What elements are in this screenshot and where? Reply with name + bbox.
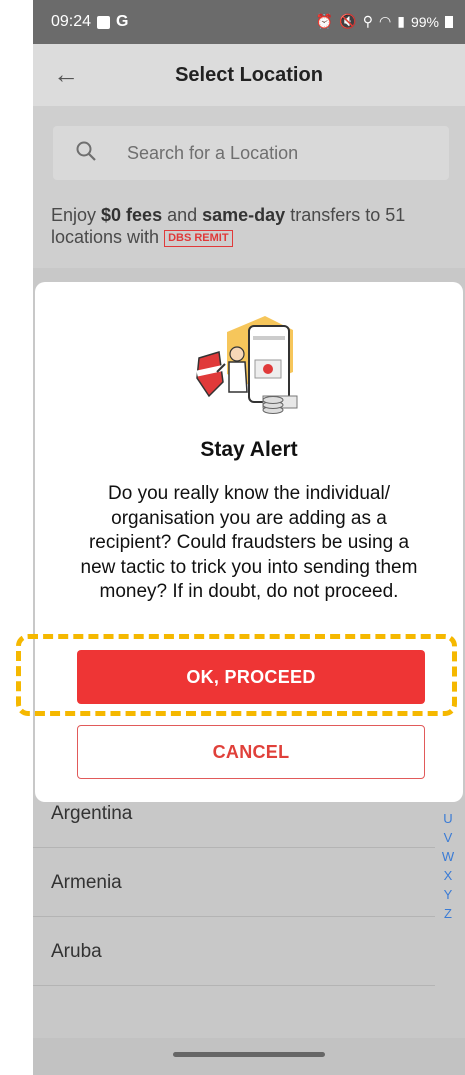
search-icon — [76, 141, 96, 161]
dialog-message: Do you really know the individual/ organ… — [80, 483, 418, 602]
index-letter-v[interactable]: V — [439, 830, 457, 845]
cancel-button[interactable]: CANCEL — [77, 725, 425, 779]
search-input[interactable]: Search for a Location — [53, 126, 449, 180]
dbs-remit-badge: DBS REMIT — [164, 229, 233, 247]
location-icon: ⚲ — [362, 13, 374, 29]
battery-icon — [445, 15, 453, 28]
app-bar: ← Select Location — [33, 44, 465, 106]
system-nav-bar — [33, 1038, 465, 1075]
wifi-icon: ◠ — [379, 13, 392, 29]
index-letter-y[interactable]: Y — [439, 887, 457, 902]
highlight-annotation — [16, 634, 457, 716]
battery-level: 99% — [410, 13, 439, 30]
home-indicator[interactable] — [173, 1052, 325, 1057]
status-bar: 09:24 G ⏰ 🔇 ⚲ ◠ ▮ 99% — [33, 0, 465, 44]
status-time: 09:24 — [51, 13, 92, 30]
index-letter-w[interactable]: W — [439, 849, 457, 864]
alarm-icon: ⏰ — [315, 13, 334, 29]
phone-screen: 09:24 G ⏰ 🔇 ⚲ ◠ ▮ 99% ← Select Location … — [33, 0, 465, 1075]
promo-text: Enjoy $0 fees and same-day transfers to … — [51, 205, 406, 247]
fraud-alert-illustration — [196, 316, 298, 414]
signal-icon: ▮ — [397, 13, 405, 29]
alert-dialog: Stay Alert Do you really know the indivi… — [35, 282, 463, 802]
list-item[interactable]: Aruba — [33, 917, 435, 986]
index-letter-z[interactable]: Z — [439, 906, 457, 921]
search-section: Search for a Location Enjoy $0 fees and … — [33, 106, 465, 268]
page-title: Select Location — [175, 64, 323, 86]
mute-icon: 🔇 — [339, 13, 357, 29]
list-item[interactable]: Armenia — [33, 848, 435, 917]
index-letter-u[interactable]: U — [439, 811, 457, 826]
dialog-title: Stay Alert — [200, 438, 298, 461]
index-letter-x[interactable]: X — [439, 868, 457, 883]
google-icon: G — [116, 13, 129, 30]
search-placeholder: Search for a Location — [127, 143, 299, 163]
gallery-icon — [97, 15, 111, 29]
